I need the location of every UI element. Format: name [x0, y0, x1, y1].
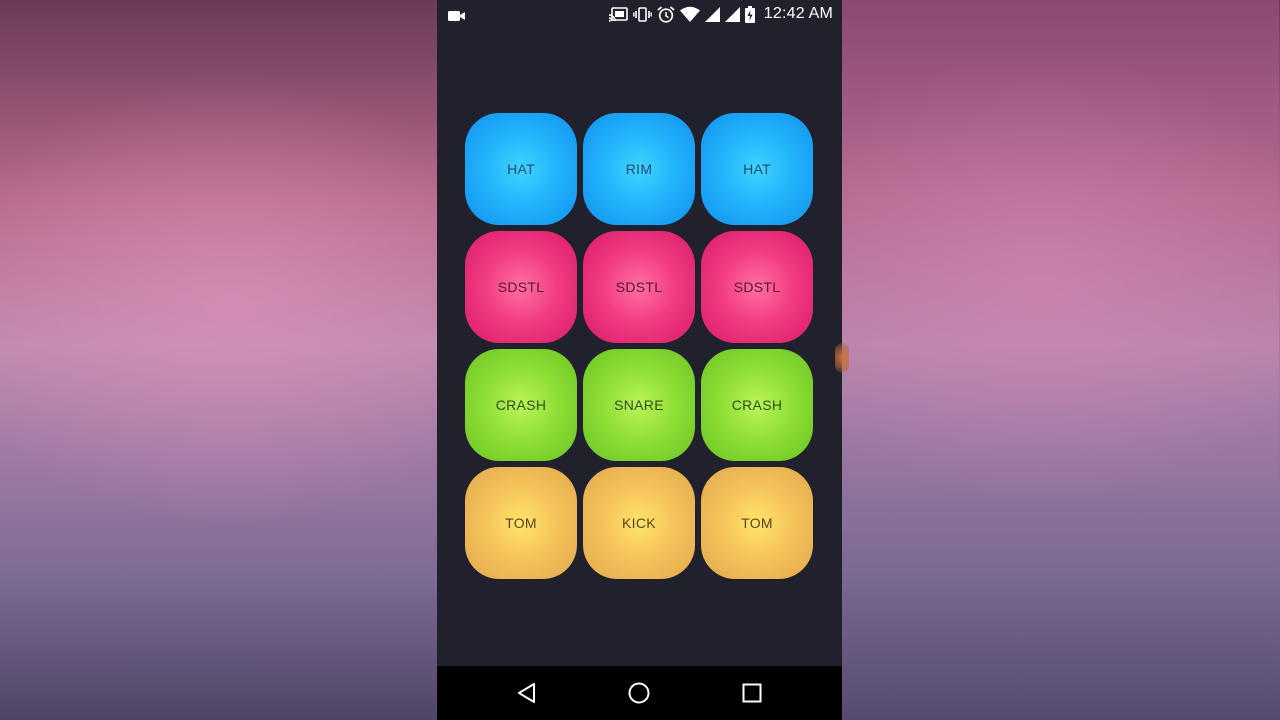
cast-icon [608, 6, 628, 22]
pad-crash-1[interactable]: CRASH [465, 349, 577, 461]
vibrate-icon [632, 6, 652, 22]
pad-label: HAT [507, 161, 535, 177]
pad-tom-1[interactable]: TOM [465, 467, 577, 579]
pad-sdstl-1[interactable]: SDSTL [465, 231, 577, 343]
signal-icon-2 [724, 6, 740, 22]
pad-label: CRASH [731, 397, 783, 413]
phone-screen: 12:42 AM HAT RIM HAT SDSTL SDSTL SDSTL C… [437, 0, 842, 720]
drum-pad-grid: HAT RIM HAT SDSTL SDSTL SDSTL CRASH SNAR… [465, 113, 815, 579]
pad-label: SDSTL [733, 279, 781, 295]
pad-rim[interactable]: RIM [583, 113, 695, 225]
alarm-icon [657, 5, 675, 23]
wallpaper-left [0, 0, 437, 720]
pad-label: HAT [743, 161, 771, 177]
pad-label: TOM [741, 515, 773, 531]
signal-icon [704, 6, 720, 22]
recent-apps-icon[interactable] [739, 680, 765, 706]
pad-tom-2[interactable]: TOM [701, 467, 813, 579]
home-icon[interactable] [626, 680, 652, 706]
pad-label: CRASH [495, 397, 547, 413]
pad-kick[interactable]: KICK [583, 467, 695, 579]
pad-label: TOM [505, 515, 537, 531]
pad-snare[interactable]: SNARE [583, 349, 695, 461]
pad-label: KICK [622, 515, 656, 531]
pad-label: SDSTL [497, 279, 545, 295]
status-icons: 12:42 AM [608, 4, 833, 24]
pad-label: RIM [625, 161, 653, 177]
wifi-icon [679, 6, 700, 22]
pad-crash-2[interactable]: CRASH [701, 349, 813, 461]
floating-touch-indicator [835, 343, 849, 373]
pad-label: SNARE [614, 397, 664, 413]
pad-label: SDSTL [615, 279, 663, 295]
pad-sdstl-2[interactable]: SDSTL [583, 231, 695, 343]
navigation-bar [437, 666, 842, 720]
back-icon[interactable] [514, 680, 540, 706]
pad-hat-1[interactable]: HAT [465, 113, 577, 225]
status-clock: 12:42 AM [763, 5, 833, 22]
pad-hat-2[interactable]: HAT [701, 113, 813, 225]
wallpaper-right [842, 0, 1279, 720]
pad-sdstl-3[interactable]: SDSTL [701, 231, 813, 343]
battery-charging-icon [744, 5, 755, 23]
status-bar: 12:42 AM [437, 0, 842, 28]
video-camera-icon [448, 7, 466, 26]
